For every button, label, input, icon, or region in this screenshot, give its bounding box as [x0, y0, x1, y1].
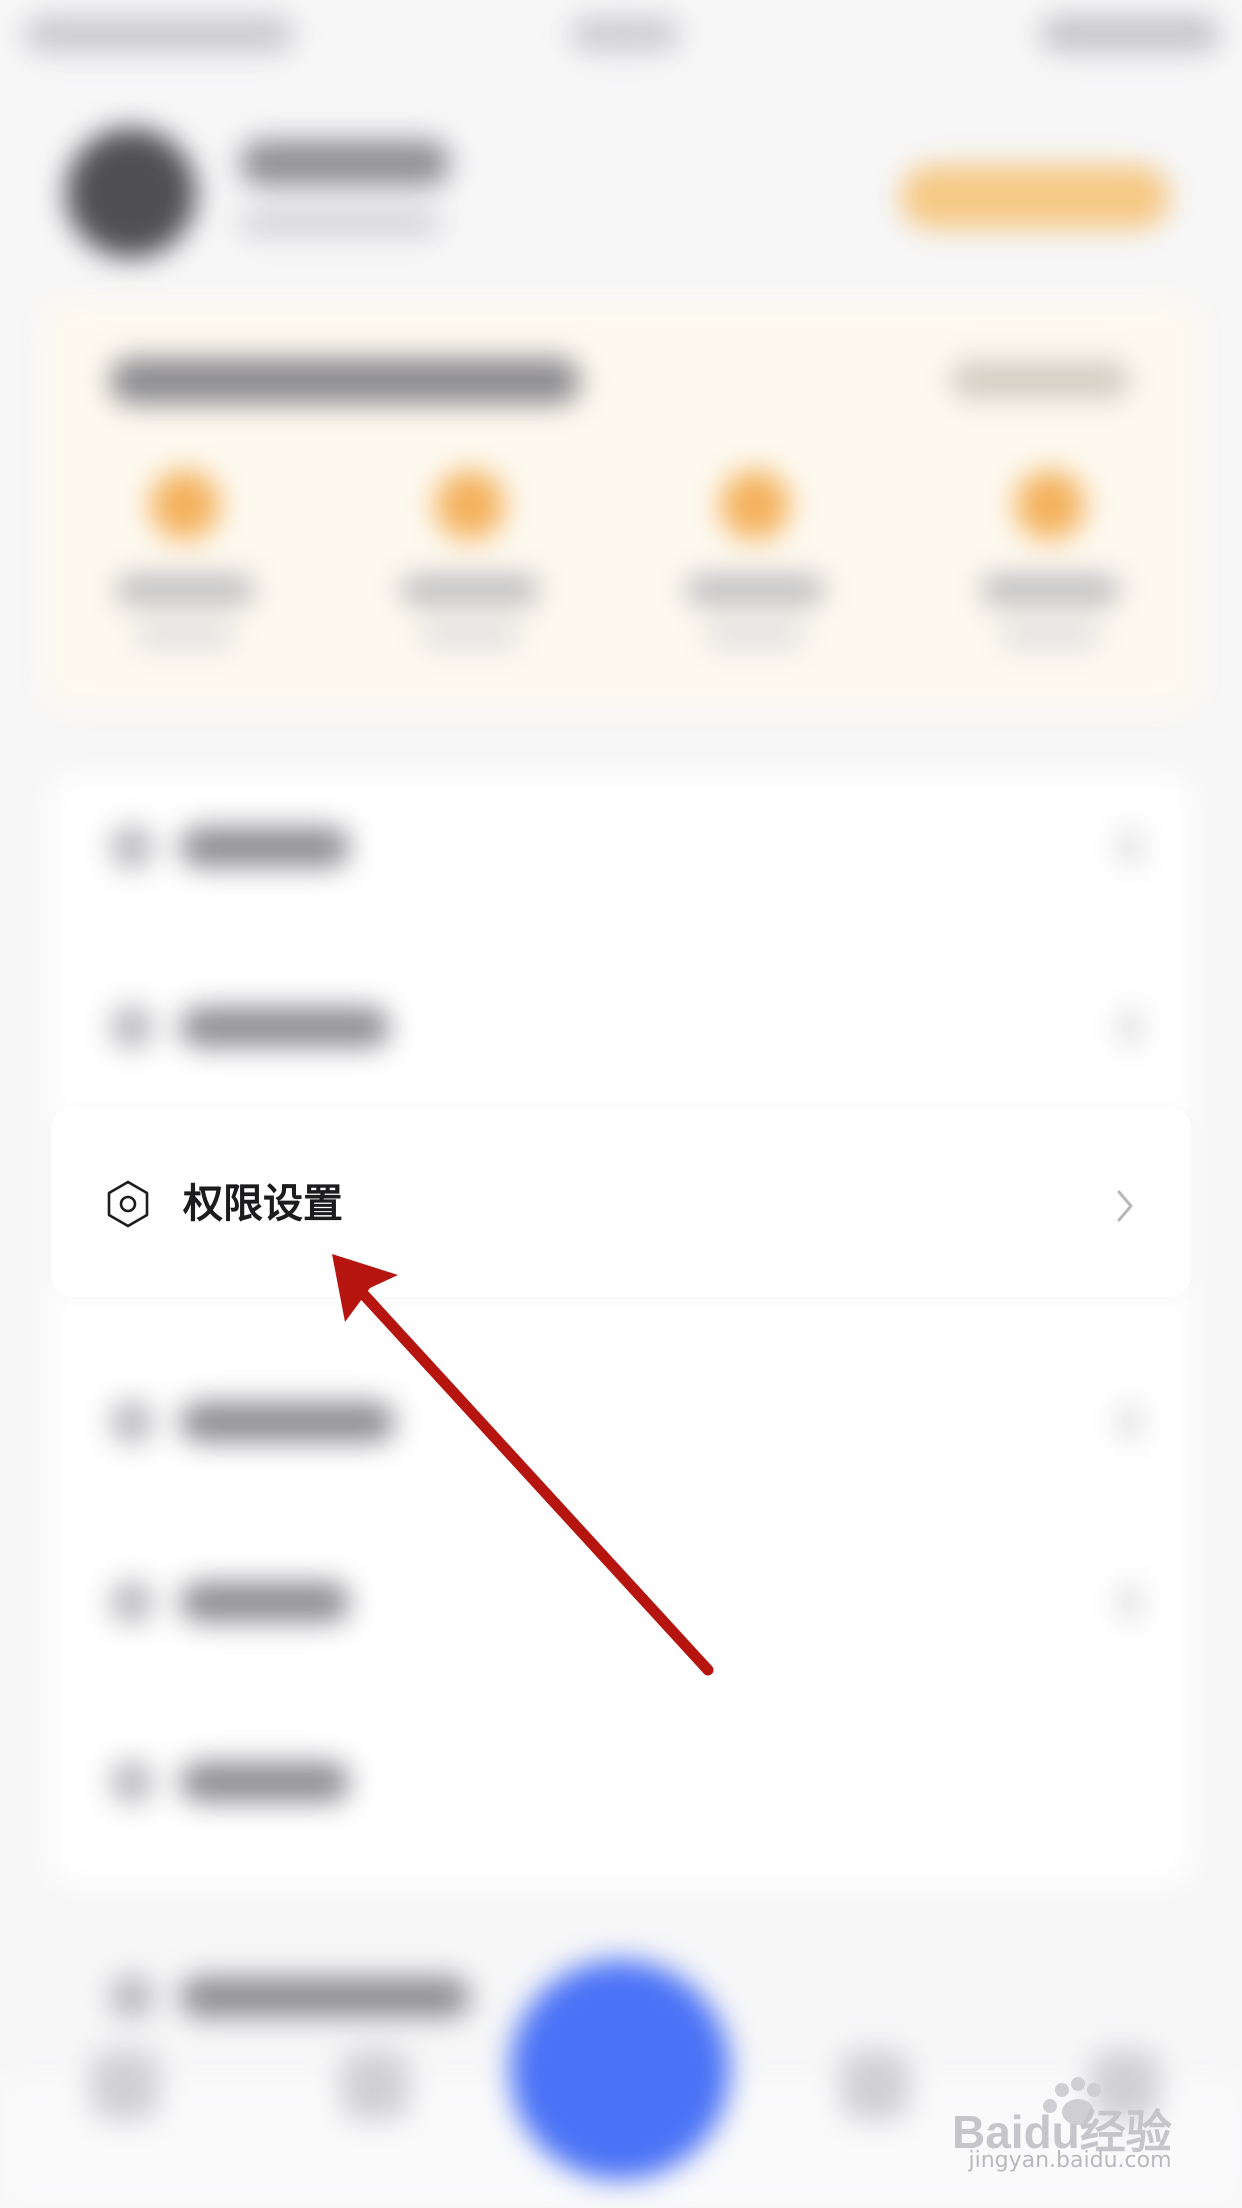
annotation-arrow — [332, 1254, 714, 1676]
watermark-url: jingyan.baidu.com — [968, 2148, 1172, 2173]
